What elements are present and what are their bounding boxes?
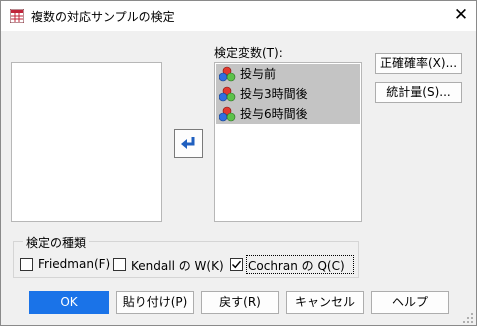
checkbox-box[interactable] — [230, 258, 243, 271]
close-icon: ✕ — [453, 5, 469, 25]
move-variable-button[interactable] — [174, 129, 203, 158]
nominal-variable-icon — [219, 66, 236, 82]
reset-button[interactable]: 戻す(R) — [201, 291, 279, 314]
exact-tests-button[interactable]: 正確確率(X)... — [375, 53, 462, 74]
variable-name: 投与前 — [240, 67, 277, 81]
source-variable-list[interactable] — [11, 62, 162, 222]
title-bar: 複数の対応サンプルの検定 ✕ — [1, 1, 476, 31]
variable-name: 投与6時間後 — [240, 107, 308, 121]
checkbox-box[interactable] — [20, 258, 33, 271]
checkbox-box[interactable] — [113, 258, 126, 271]
friedman-label: Friedman(F) — [38, 257, 111, 271]
test-variables-label: 検定変数(T): — [214, 46, 283, 60]
list-item[interactable]: 投与3時間後 — [216, 84, 360, 104]
window-title: 複数の対応サンプルの検定 — [31, 10, 175, 24]
cochran-q-checkbox[interactable]: Cochran の Q(C) — [230, 255, 356, 275]
cancel-button[interactable]: キャンセル — [286, 291, 364, 314]
test-variables-list[interactable]: 投与前 投与3時間後 投与6時間後 — [214, 62, 362, 222]
paste-button[interactable]: 貼り付け(P) — [116, 291, 194, 314]
app-icon — [10, 9, 24, 23]
dialog-window: 複数の対応サンプルの検定 ✕ 検定変数(T): 投与前 投与3時間後 投与6時間… — [0, 0, 477, 326]
statistics-button[interactable]: 統計量(S)... — [375, 82, 462, 103]
close-button[interactable]: ✕ — [449, 3, 473, 27]
kendall-label: Kendall の W(K) — [131, 259, 224, 273]
list-item[interactable]: 投与前 — [216, 64, 360, 84]
list-item[interactable]: 投与6時間後 — [216, 104, 360, 124]
help-button[interactable]: ヘルプ — [371, 291, 449, 314]
ok-button[interactable]: OK — [29, 291, 109, 314]
kendall-w-checkbox[interactable]: Kendall の W(K) — [113, 255, 229, 275]
test-type-label: 検定の種類 — [23, 234, 90, 251]
return-arrow-icon — [181, 137, 195, 149]
cochran-label: Cochran の Q(C) — [248, 259, 345, 273]
variable-name: 投与3時間後 — [240, 87, 308, 101]
resize-grip-icon[interactable] — [461, 311, 475, 325]
friedman-checkbox[interactable]: Friedman(F) — [20, 255, 112, 275]
nominal-variable-icon — [219, 86, 236, 102]
check-icon — [232, 260, 242, 269]
nominal-variable-icon — [219, 106, 236, 122]
